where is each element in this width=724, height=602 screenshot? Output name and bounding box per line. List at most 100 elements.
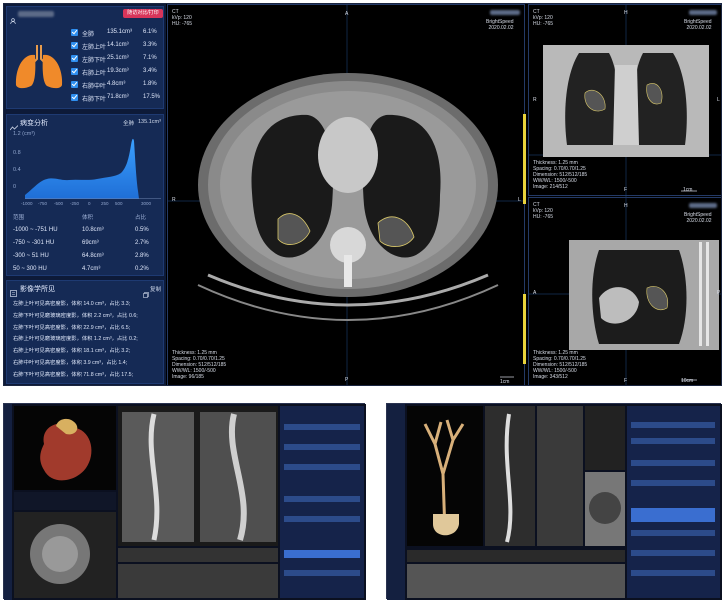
lobe-pct: 3.4%	[143, 68, 157, 74]
axial-info-bl: Thickness: 1.25 mm Spacing: 0.70/0.70/1.…	[172, 350, 226, 380]
lobe-volume: 14.1cm³	[107, 42, 129, 48]
pct-cell: 2.8%	[135, 253, 149, 259]
image-index-label: Image: 214/512	[533, 184, 568, 190]
follow-button[interactable]: 随访对比/打印	[123, 9, 163, 18]
lobe-row[interactable]: 右肺下叶 71.8cm³ 17.5%	[7, 92, 165, 104]
pct-cell: 0.2%	[135, 266, 149, 272]
coronal-info-tl: CT kVp: 120 HU: -765	[533, 9, 553, 27]
orient-bottom: F	[624, 187, 628, 193]
coronal-info-bl: Thickness: 1.25 mm Spacing: 0.70/0.70/1.…	[533, 160, 587, 190]
x-tick: 0	[88, 201, 91, 206]
cardiac-screenshot	[4, 404, 366, 600]
range-cell: 50 ~ 300 HU	[13, 266, 47, 272]
lobe-row[interactable]: 全肺 135.1cm³ 6.1%	[7, 27, 165, 39]
finding-line: 右肺上叶可见磨玻璃密度影，体积 1.2 cm³，占比 0.2;	[13, 336, 138, 343]
document-icon	[10, 284, 17, 297]
copy-button[interactable]: 复制	[150, 285, 161, 293]
x-tick: 500	[115, 201, 123, 206]
checkbox-icon[interactable]	[71, 55, 78, 62]
axial-ct-image	[168, 5, 526, 385]
col-header: 范围	[13, 215, 25, 221]
copy-icon[interactable]	[143, 285, 149, 298]
range-cell: -750 ~ -301 HU	[13, 240, 55, 246]
patient-name-blur	[18, 11, 54, 17]
orient-bottom: F	[624, 378, 628, 384]
density-panel: 病变分析 全肺 135.1cm³ 1.2 (cm³) 0.8 0.4 0 -10…	[6, 114, 164, 276]
volume-cell: 69cm³	[82, 240, 99, 246]
lobe-volume: 71.8cm³	[107, 94, 129, 100]
checkbox-icon[interactable]	[71, 68, 78, 75]
lobe-row[interactable]: 右肺上叶 19.3cm³ 3.4%	[7, 66, 165, 78]
sagittal-viewport[interactable]: CT kVp: 120 HU: -765 BrightSpeed 2020.02…	[528, 197, 721, 385]
volume-cell: 64.8cm³	[82, 253, 104, 259]
orient-bottom: P	[345, 377, 349, 383]
lobe-panel: 随访对比/打印 全肺 135.1cm³ 6.1% 左肺上叶 14.1cm³ 3.3% 左…	[6, 6, 164, 109]
lobe-volume: 25.1cm³	[107, 55, 129, 61]
table-row: -750 ~ -301 HU 69cm³ 2.7%	[7, 238, 165, 250]
table-row: -1000 ~ -751 HU 10.8cm³ 0.5%	[7, 225, 165, 237]
axial-viewport[interactable]: CT kVp: 120 HU: -765 BrightSpeed 2020.02…	[167, 4, 526, 385]
lobe-name: 全肺	[82, 32, 95, 38]
lung-ct-app: 随访对比/打印 全肺 135.1cm³ 6.1% 左肺上叶 14.1cm³ 3.3% 左…	[3, 3, 722, 386]
findings-panel: 影像学所见 复制 左肺上叶可见高密度影，体积 14.0 cm³，占比 3.3; …	[6, 280, 164, 384]
orient-left: R	[533, 97, 537, 103]
col-header: 占比	[135, 215, 147, 221]
patient-name-blur	[689, 203, 717, 208]
patient-name-blur	[689, 10, 717, 15]
orient-right: L	[717, 97, 720, 103]
sidebar: 随访对比/打印 全肺 135.1cm³ 6.1% 左肺上叶 14.1cm³ 3.3% 左…	[4, 4, 166, 385]
patient-name-blur	[490, 10, 520, 15]
lobe-name: 右肺下叶	[82, 97, 107, 103]
scale-label: 1cm	[500, 379, 510, 385]
y-tick: 0.8	[13, 150, 21, 156]
slice-slider[interactable]	[523, 294, 526, 364]
lobe-pct: 1.8%	[143, 81, 157, 87]
checkbox-icon[interactable]	[71, 42, 78, 49]
volume-cell: 4.7cm³	[82, 266, 101, 272]
axial-info-tl: CT kVp: 120 HU: -765	[172, 9, 192, 27]
lobe-name: 右肺中叶	[82, 84, 107, 90]
scale-label: 10cm	[681, 378, 694, 384]
orient-top: H	[624, 10, 628, 16]
range-cell: -300 ~ 51 HU	[13, 253, 49, 259]
findings-title: 影像学所见	[20, 286, 55, 293]
lobe-row[interactable]: 右肺中叶 4.8cm³ 1.8%	[7, 79, 165, 91]
date-label: 2020.02.02	[488, 25, 514, 31]
orient-left: R	[172, 197, 176, 203]
coronal-viewport[interactable]: CT kVp: 120 HU: -765 BrightSpeed 2020.02…	[528, 4, 721, 197]
vascular-app-thumbnail	[386, 403, 722, 600]
lobe-name: 右肺上叶	[82, 71, 107, 77]
lobe-volume: 4.8cm³	[107, 81, 126, 87]
sagittal-info-bl: Thickness: 1.25 mm Spacing: 0.70/0.70/1.…	[533, 350, 587, 380]
lobe-pct: 7.1%	[143, 55, 157, 61]
finding-line: 右肺中叶可见高密度影，体积 3.9 cm³，占比 1.4;	[13, 359, 128, 366]
x-tick: -1000	[21, 201, 33, 206]
axial-info-tr: BrightSpeed 2020.02.02	[486, 19, 514, 31]
x-tick: 250	[101, 201, 109, 206]
coronal-info-tr: BrightSpeed 2020.02.02	[684, 19, 712, 31]
x-tick: -750	[38, 201, 48, 206]
checkbox-icon[interactable]	[71, 81, 78, 88]
orient-top: A	[345, 11, 349, 17]
col-header: 体积	[82, 215, 94, 221]
density-histogram	[25, 137, 161, 199]
checkbox-icon[interactable]	[71, 94, 78, 101]
image-index-label: Image: 343/512	[533, 374, 568, 380]
date-label: 2020.02.02	[686, 218, 712, 224]
lobe-row[interactable]: 左肺下叶 25.1cm³ 7.1%	[7, 53, 165, 65]
density-scope[interactable]: 全肺	[123, 119, 134, 127]
finding-line: 右肺下叶可见高密度影，体积 71.8 cm³，占比 17.5;	[13, 371, 134, 378]
lobe-row[interactable]: 左肺上叶 14.1cm³ 3.3%	[7, 40, 165, 52]
date-label: 2020.02.02	[686, 25, 712, 31]
volume-cell: 10.8cm³	[82, 227, 104, 233]
x-tick: 3000	[141, 201, 152, 206]
table-row: 50 ~ 300 HU 4.7cm³ 0.2%	[7, 264, 165, 276]
sagittal-info-tr: BrightSpeed 2020.02.02	[684, 212, 712, 224]
hu-label: HU: -765	[172, 21, 193, 27]
orient-right: P	[717, 290, 721, 296]
orient-right: L	[518, 197, 521, 203]
checkbox-icon[interactable]	[71, 29, 78, 36]
lobe-volume: 135.1cm³	[107, 29, 133, 35]
slice-slider[interactable]	[523, 114, 526, 204]
orient-left: A	[533, 290, 537, 296]
